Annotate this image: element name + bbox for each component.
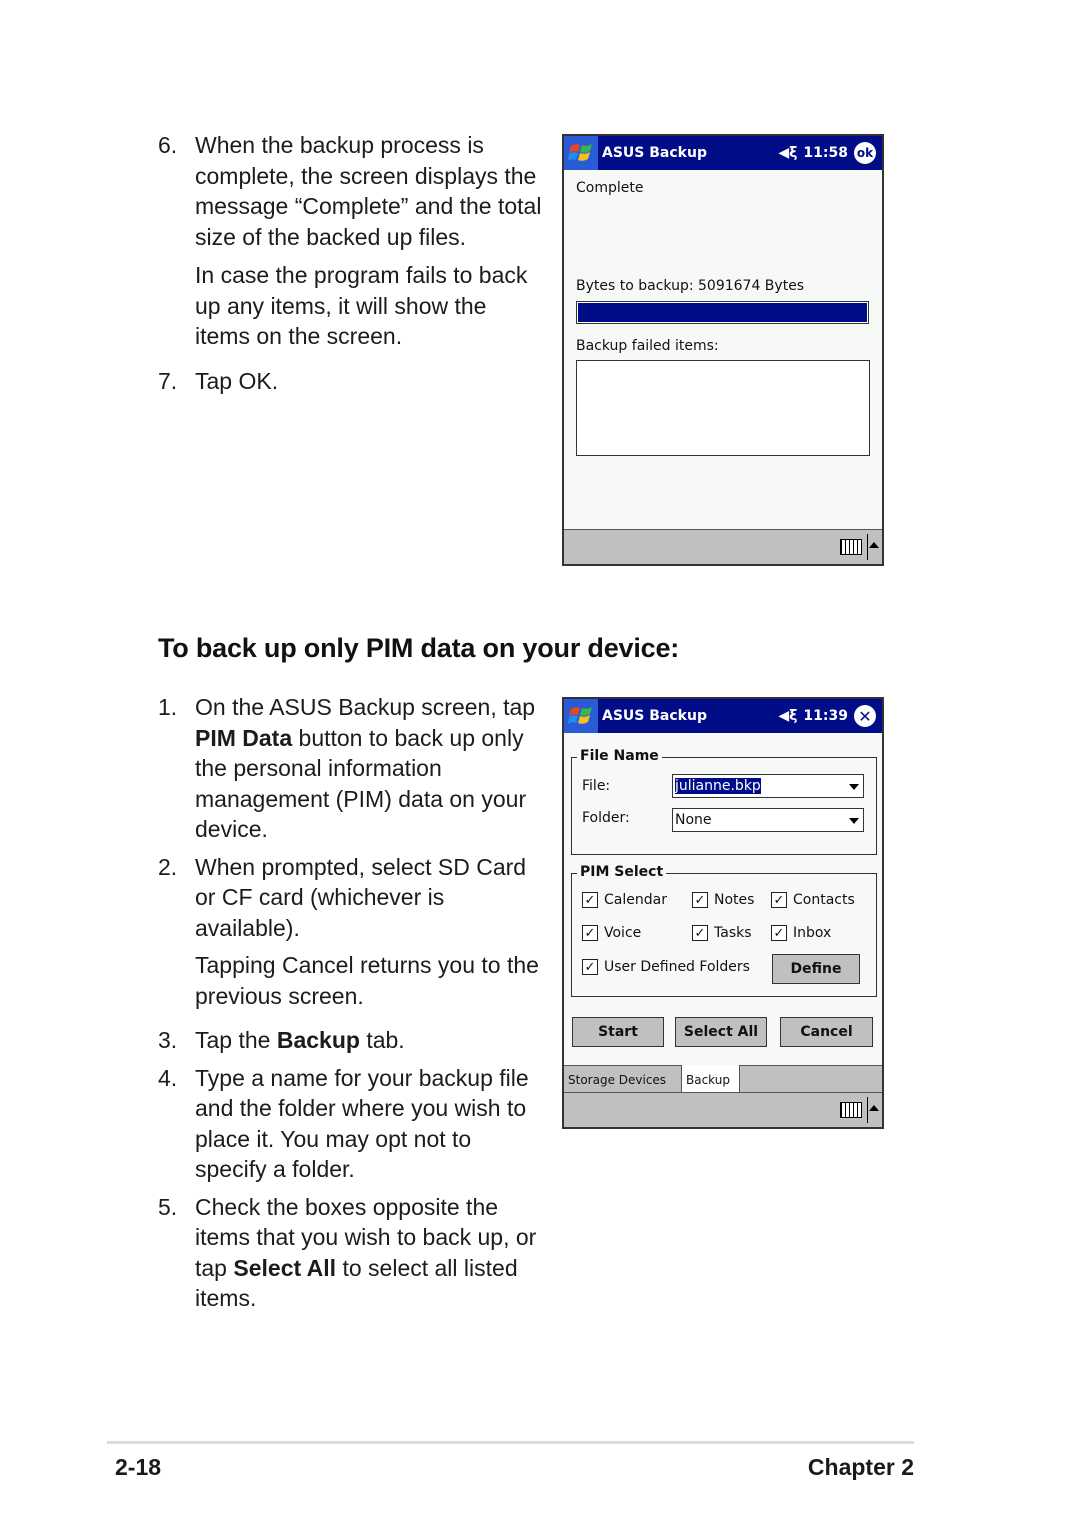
step-6-note: In case the program fails to back up any…: [195, 262, 528, 349]
folder-combo[interactable]: None: [672, 808, 864, 832]
define-button[interactable]: Define: [772, 954, 860, 984]
close-icon[interactable]: ✕: [854, 705, 876, 727]
checkbox-notes[interactable]: ✓ Notes: [692, 892, 754, 908]
top-instructions: 6. When the backup process is complete, …: [158, 130, 548, 396]
select-all-button[interactable]: Select All: [675, 1017, 767, 1047]
bytes-to-backup: Bytes to backup: 5091674 Bytes: [576, 278, 805, 294]
screenshot-backup-complete: ASUS Backup ◀ξ 11:58 ok Complete Bytes t…: [562, 134, 884, 566]
cancel-button[interactable]: Cancel: [780, 1017, 873, 1047]
file-name-group: File Name File: julianne.bkp Folder: Non…: [571, 748, 877, 855]
menu-bar: [564, 1092, 882, 1127]
ok-button[interactable]: ok: [854, 142, 876, 164]
step-6: 6. When the backup process is complete, …: [158, 132, 542, 250]
check-icon[interactable]: ✓: [582, 959, 598, 975]
file-name-combo[interactable]: julianne.bkp: [672, 774, 864, 798]
menu-bar: [564, 529, 882, 564]
clock[interactable]: 11:39: [803, 708, 848, 724]
chevron-down-icon[interactable]: [849, 818, 859, 824]
tab-backup[interactable]: Backup: [682, 1065, 740, 1095]
step-4: 4. Type a name for your backup file and …: [158, 1064, 529, 1183]
step-5: 5. Check the boxes opposite the items th…: [158, 1193, 537, 1312]
check-icon[interactable]: ✓: [692, 925, 708, 941]
status-text: Complete: [576, 180, 644, 196]
clock[interactable]: 11:58: [803, 145, 848, 161]
progress-bar: [576, 301, 869, 324]
keyboard-icon[interactable]: [840, 1102, 862, 1118]
page-number: 2-18: [115, 1454, 162, 1480]
keyboard-icon[interactable]: [840, 539, 862, 555]
speaker-icon[interactable]: ◀ξ: [778, 708, 797, 724]
check-icon[interactable]: ✓: [582, 925, 598, 941]
step-2: 2. When prompted, select SD Card or CF c…: [158, 853, 527, 941]
checkbox-voice[interactable]: ✓ Voice: [582, 925, 641, 941]
check-icon[interactable]: ✓: [582, 892, 598, 908]
pim-select-group: PIM Select ✓ Calendar ✓ Notes ✓ Contacts ✓ V…: [571, 864, 877, 997]
checkbox-calendar[interactable]: ✓ Calendar: [582, 892, 667, 908]
footer-divider: [107, 1441, 914, 1444]
tab-bar: Storage Devices Backup: [564, 1065, 882, 1095]
failed-items-label: Backup failed items:: [576, 338, 719, 354]
step-2-note: Tapping Cancel returns you to the previo…: [195, 952, 539, 1009]
tab-storage-devices[interactable]: Storage Devices: [564, 1065, 682, 1095]
windows-start-icon[interactable]: [564, 699, 598, 733]
speaker-icon[interactable]: ◀ξ: [778, 145, 797, 161]
step-1: 1. On the ASUS Backup screen, tap PIM Da…: [158, 694, 536, 842]
chevron-down-icon[interactable]: [849, 784, 859, 790]
checkbox-user-defined-folders[interactable]: ✓ User Defined Folders: [582, 959, 750, 975]
check-icon[interactable]: ✓: [692, 892, 708, 908]
bottom-instructions: 1. On the ASUS Backup screen, tap PIM Da…: [158, 692, 553, 1314]
start-button[interactable]: Start: [572, 1017, 664, 1047]
screenshot-pim-backup: ASUS Backup ◀ξ 11:39 ✕ File Name File: j…: [562, 697, 884, 1129]
sip-arrow-icon[interactable]: [869, 1105, 879, 1111]
windows-start-icon[interactable]: [564, 136, 598, 170]
checkbox-contacts[interactable]: ✓ Contacts: [771, 892, 855, 908]
step-7: 7. Tap OK.: [158, 367, 279, 394]
check-icon[interactable]: ✓: [771, 925, 787, 941]
chapter-label: Chapter 2: [807, 1454, 914, 1480]
section-heading: To back up only PIM data on your device:: [158, 633, 680, 663]
checkbox-tasks[interactable]: ✓ Tasks: [692, 925, 752, 941]
check-icon[interactable]: ✓: [771, 892, 787, 908]
sip-arrow-icon[interactable]: [869, 542, 879, 548]
title-bar: ASUS Backup ◀ξ 11:39 ✕: [564, 699, 882, 733]
failed-items-list[interactable]: [576, 360, 870, 456]
title-bar: ASUS Backup ◀ξ 11:58 ok: [564, 136, 882, 170]
checkbox-inbox[interactable]: ✓ Inbox: [771, 925, 831, 941]
step-3: 3. Tap the Backup tab.: [158, 1027, 405, 1053]
progress-fill: [578, 303, 867, 322]
